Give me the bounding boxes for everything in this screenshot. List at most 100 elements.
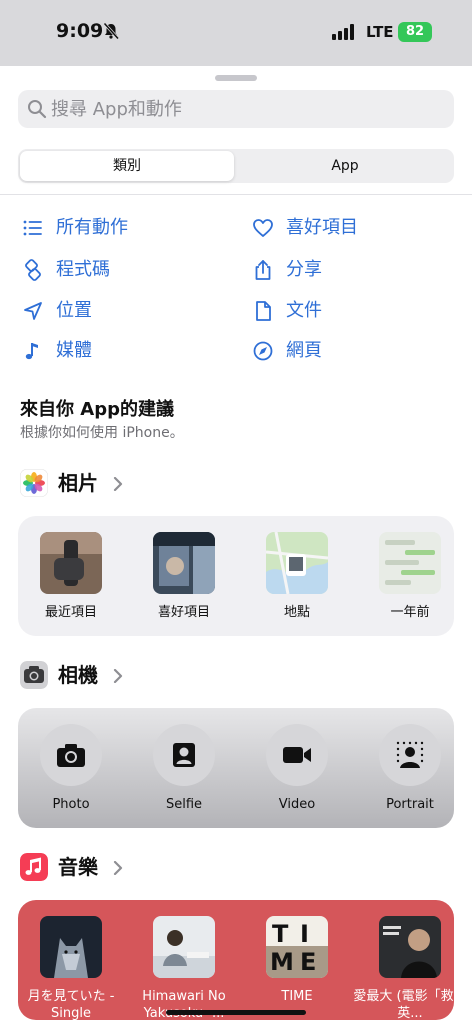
suggestions-subtitle: 根據你如何使用 iPhone。 (20, 425, 184, 441)
portrait-icon (396, 741, 424, 768)
camera-tile-photo[interactable]: Photo (21, 724, 121, 820)
album-title: Himawari No Yakusoku -... (142, 989, 226, 1021)
category-label: 網頁 (286, 340, 322, 361)
music-tile-album-3[interactable]: TI ME TIME (247, 916, 347, 1012)
tile-label: Portrait (386, 797, 434, 812)
category-web[interactable]: 網頁 (252, 338, 452, 364)
status-bar: 9:09 LTE 82 (0, 0, 472, 66)
tile-label: Photo (52, 797, 90, 812)
camera-tile-selfie[interactable]: Selfie (134, 724, 234, 820)
segmented-control: 類別 App (18, 149, 454, 183)
cellular-signal-icon (332, 24, 354, 40)
album-art-portrait (379, 916, 441, 978)
category-label: 文件 (286, 300, 322, 321)
svg-text:E: E (300, 948, 316, 976)
category-documents[interactable]: 文件 (252, 298, 452, 324)
app-name: 音樂 (58, 855, 98, 879)
chevron-right-icon (113, 669, 123, 683)
svg-text:I: I (300, 920, 309, 948)
category-sharing[interactable]: 分享 (252, 257, 452, 283)
category-favorites[interactable]: 喜好項目 (252, 215, 452, 241)
photo-tile-one-year-ago[interactable]: 一年前 (360, 532, 460, 628)
category-label: 喜好項目 (286, 217, 358, 238)
favorites-thumbnail (153, 532, 215, 594)
category-label: 所有動作 (56, 217, 128, 238)
album-title: 月を見ていた - Single (27, 989, 115, 1021)
action-picker-sheet: 類別 App 所有動作 喜好項目 程式碼 分享 (0, 68, 472, 1024)
photo-tile-recents[interactable]: 最近項目 (21, 532, 121, 628)
app-header-photos[interactable]: 相片 (20, 469, 140, 499)
share-icon (255, 260, 271, 280)
svg-text:T: T (272, 920, 289, 948)
camera-tile-video[interactable]: Video (247, 724, 347, 820)
app-header-camera[interactable]: 相機 (20, 661, 140, 691)
tile-label: Video (278, 797, 316, 812)
music-app-icon (20, 853, 48, 881)
tile-label: Selfie (165, 797, 203, 812)
music-card: 月を見ていた - Single Himawari No Yakusoku -..… (18, 900, 467, 1021)
svg-text:M: M (270, 948, 294, 976)
app-name: 相片 (58, 471, 98, 495)
sheet-grabber[interactable] (215, 75, 257, 81)
category-label: 分享 (286, 259, 322, 280)
album-title: TIME (281, 989, 313, 1004)
category-label: 位置 (56, 300, 92, 321)
album-title: 愛最大 (電影「救火英... (353, 989, 467, 1021)
one-year-ago-thumbnail (379, 532, 441, 594)
heart-icon (253, 219, 273, 237)
app-header-music[interactable]: 音樂 (20, 853, 140, 883)
segment-app[interactable]: App (238, 151, 452, 181)
photos-card: 最近項目 喜好項目 地點 一年前 (18, 516, 454, 636)
category-scripting[interactable]: 程式碼 (22, 257, 222, 283)
bell-muted-icon (103, 22, 120, 40)
music-tile-album-2[interactable]: Himawari No Yakusoku -... (134, 916, 234, 1021)
category-label: 媒體 (56, 340, 92, 361)
places-map-thumbnail (266, 532, 328, 594)
album-art-time: TI ME (266, 916, 328, 978)
search-input[interactable] (51, 90, 441, 128)
home-indicator[interactable] (166, 1010, 306, 1015)
segment-categories[interactable]: 類別 (20, 151, 234, 181)
category-all-actions[interactable]: 所有動作 (22, 215, 222, 241)
camera-button (40, 724, 102, 786)
video-camera-icon (283, 747, 311, 763)
suggestions-title: 來自你 App的建議 (20, 399, 174, 420)
album-art-wolf (40, 916, 102, 978)
selfie-icon (173, 743, 195, 767)
category-label: 程式碼 (56, 259, 110, 280)
battery-indicator: 82 (398, 22, 432, 42)
album-art-himawari (153, 916, 215, 978)
category-media[interactable]: 媒體 (22, 338, 222, 364)
music-tile-album-1[interactable]: 月を見ていた - Single (21, 916, 121, 1021)
music-tile-album-4[interactable]: 愛最大 (電影「救火英... (353, 916, 467, 1021)
list-icon (23, 220, 42, 236)
photo-tile-places[interactable]: 地點 (247, 532, 347, 628)
photo-tile-favorites[interactable]: 喜好項目 (134, 532, 234, 628)
tile-label: 喜好項目 (157, 605, 210, 620)
tile-label: 地點 (283, 605, 310, 620)
tile-label: 一年前 (390, 605, 430, 620)
network-type: LTE (366, 23, 394, 41)
compass-icon (253, 341, 273, 361)
location-arrow-icon (24, 302, 42, 320)
category-location[interactable]: 位置 (22, 298, 222, 324)
camera-icon (57, 744, 85, 767)
divider (0, 194, 472, 195)
camera-tile-portrait[interactable]: Portrait (360, 724, 460, 820)
selfie-button (153, 724, 215, 786)
camera-app-icon (20, 661, 48, 689)
status-time: 9:09 (56, 20, 104, 42)
search-bar[interactable] (18, 90, 454, 128)
search-icon (28, 100, 47, 119)
code-icon (25, 259, 41, 281)
chevron-right-icon (113, 477, 123, 491)
portrait-button (379, 724, 441, 786)
video-button (266, 724, 328, 786)
camera-card: Photo Selfie Video Portrait (18, 708, 454, 828)
tile-label: 最近項目 (44, 605, 97, 620)
document-icon (256, 301, 271, 321)
music-note-icon (25, 343, 38, 360)
app-name: 相機 (58, 663, 98, 687)
photos-app-icon (20, 469, 48, 497)
chevron-right-icon (113, 861, 123, 875)
